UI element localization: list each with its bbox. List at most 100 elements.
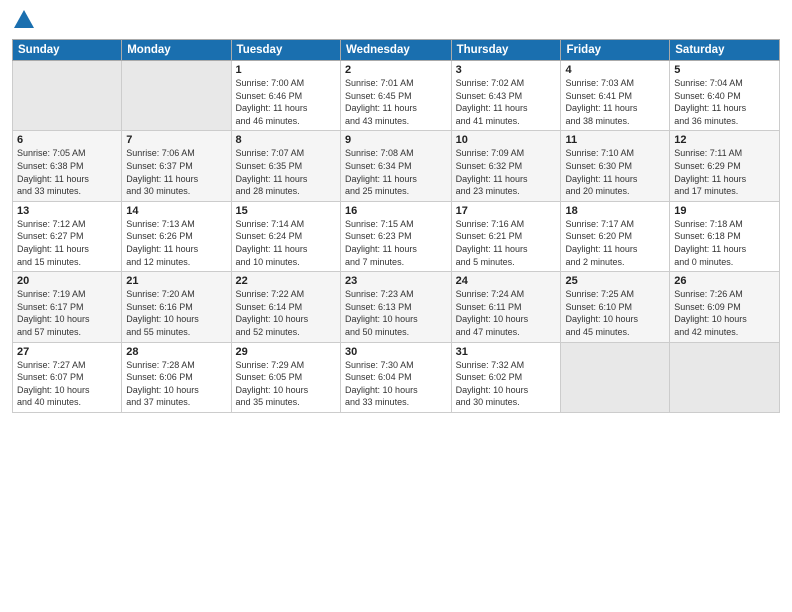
cell-info: Sunrise: 7:14 AM Sunset: 6:24 PM Dayligh… (236, 218, 336, 268)
calendar-cell: 18Sunrise: 7:17 AM Sunset: 6:20 PM Dayli… (561, 201, 670, 271)
day-number: 25 (565, 275, 665, 287)
cell-info: Sunrise: 7:01 AM Sunset: 6:45 PM Dayligh… (345, 77, 447, 127)
calendar-week-row: 6Sunrise: 7:05 AM Sunset: 6:38 PM Daylig… (13, 131, 780, 201)
cell-info: Sunrise: 7:11 AM Sunset: 6:29 PM Dayligh… (674, 147, 775, 197)
calendar-cell (561, 342, 670, 412)
calendar-cell: 3Sunrise: 7:02 AM Sunset: 6:43 PM Daylig… (451, 61, 561, 131)
logo (12, 10, 34, 33)
cell-info: Sunrise: 7:24 AM Sunset: 6:11 PM Dayligh… (456, 288, 557, 338)
calendar-cell: 9Sunrise: 7:08 AM Sunset: 6:34 PM Daylig… (341, 131, 452, 201)
day-number: 11 (565, 134, 665, 146)
calendar-cell (670, 342, 780, 412)
cell-info: Sunrise: 7:05 AM Sunset: 6:38 PM Dayligh… (17, 147, 117, 197)
day-number: 4 (565, 64, 665, 76)
calendar-cell (13, 61, 122, 131)
cell-info: Sunrise: 7:23 AM Sunset: 6:13 PM Dayligh… (345, 288, 447, 338)
day-number: 17 (456, 205, 557, 217)
calendar-cell: 22Sunrise: 7:22 AM Sunset: 6:14 PM Dayli… (231, 272, 340, 342)
header (12, 10, 780, 33)
calendar-cell: 14Sunrise: 7:13 AM Sunset: 6:26 PM Dayli… (122, 201, 231, 271)
day-number: 9 (345, 134, 447, 146)
calendar-cell: 27Sunrise: 7:27 AM Sunset: 6:07 PM Dayli… (13, 342, 122, 412)
cell-info: Sunrise: 7:28 AM Sunset: 6:06 PM Dayligh… (126, 359, 226, 409)
cell-info: Sunrise: 7:00 AM Sunset: 6:46 PM Dayligh… (236, 77, 336, 127)
day-number: 13 (17, 205, 117, 217)
cell-info: Sunrise: 7:19 AM Sunset: 6:17 PM Dayligh… (17, 288, 117, 338)
cell-info: Sunrise: 7:27 AM Sunset: 6:07 PM Dayligh… (17, 359, 117, 409)
cell-info: Sunrise: 7:02 AM Sunset: 6:43 PM Dayligh… (456, 77, 557, 127)
cell-info: Sunrise: 7:17 AM Sunset: 6:20 PM Dayligh… (565, 218, 665, 268)
cell-info: Sunrise: 7:26 AM Sunset: 6:09 PM Dayligh… (674, 288, 775, 338)
weekday-header: Sunday (13, 40, 122, 61)
cell-info: Sunrise: 7:16 AM Sunset: 6:21 PM Dayligh… (456, 218, 557, 268)
calendar-cell: 31Sunrise: 7:32 AM Sunset: 6:02 PM Dayli… (451, 342, 561, 412)
cell-info: Sunrise: 7:32 AM Sunset: 6:02 PM Dayligh… (456, 359, 557, 409)
day-number: 28 (126, 346, 226, 358)
weekday-header: Wednesday (341, 40, 452, 61)
cell-info: Sunrise: 7:20 AM Sunset: 6:16 PM Dayligh… (126, 288, 226, 338)
cell-info: Sunrise: 7:07 AM Sunset: 6:35 PM Dayligh… (236, 147, 336, 197)
calendar-cell: 6Sunrise: 7:05 AM Sunset: 6:38 PM Daylig… (13, 131, 122, 201)
day-number: 6 (17, 134, 117, 146)
cell-info: Sunrise: 7:10 AM Sunset: 6:30 PM Dayligh… (565, 147, 665, 197)
calendar-cell: 12Sunrise: 7:11 AM Sunset: 6:29 PM Dayli… (670, 131, 780, 201)
calendar-cell: 16Sunrise: 7:15 AM Sunset: 6:23 PM Dayli… (341, 201, 452, 271)
calendar-cell: 13Sunrise: 7:12 AM Sunset: 6:27 PM Dayli… (13, 201, 122, 271)
cell-info: Sunrise: 7:12 AM Sunset: 6:27 PM Dayligh… (17, 218, 117, 268)
calendar-header-row: SundayMondayTuesdayWednesdayThursdayFrid… (13, 40, 780, 61)
logo-triangle-icon (14, 10, 34, 28)
day-number: 19 (674, 205, 775, 217)
calendar-week-row: 27Sunrise: 7:27 AM Sunset: 6:07 PM Dayli… (13, 342, 780, 412)
calendar-cell: 11Sunrise: 7:10 AM Sunset: 6:30 PM Dayli… (561, 131, 670, 201)
day-number: 3 (456, 64, 557, 76)
calendar-cell: 23Sunrise: 7:23 AM Sunset: 6:13 PM Dayli… (341, 272, 452, 342)
calendar-page: SundayMondayTuesdayWednesdayThursdayFrid… (0, 0, 792, 612)
calendar-cell (122, 61, 231, 131)
day-number: 14 (126, 205, 226, 217)
cell-info: Sunrise: 7:29 AM Sunset: 6:05 PM Dayligh… (236, 359, 336, 409)
calendar-cell: 28Sunrise: 7:28 AM Sunset: 6:06 PM Dayli… (122, 342, 231, 412)
calendar-cell: 8Sunrise: 7:07 AM Sunset: 6:35 PM Daylig… (231, 131, 340, 201)
weekday-header: Monday (122, 40, 231, 61)
weekday-header: Saturday (670, 40, 780, 61)
calendar-cell: 21Sunrise: 7:20 AM Sunset: 6:16 PM Dayli… (122, 272, 231, 342)
day-number: 24 (456, 275, 557, 287)
calendar-cell: 30Sunrise: 7:30 AM Sunset: 6:04 PM Dayli… (341, 342, 452, 412)
cell-info: Sunrise: 7:04 AM Sunset: 6:40 PM Dayligh… (674, 77, 775, 127)
cell-info: Sunrise: 7:18 AM Sunset: 6:18 PM Dayligh… (674, 218, 775, 268)
calendar-cell: 4Sunrise: 7:03 AM Sunset: 6:41 PM Daylig… (561, 61, 670, 131)
calendar-cell: 7Sunrise: 7:06 AM Sunset: 6:37 PM Daylig… (122, 131, 231, 201)
cell-info: Sunrise: 7:08 AM Sunset: 6:34 PM Dayligh… (345, 147, 447, 197)
calendar-cell: 1Sunrise: 7:00 AM Sunset: 6:46 PM Daylig… (231, 61, 340, 131)
weekday-header: Friday (561, 40, 670, 61)
day-number: 26 (674, 275, 775, 287)
day-number: 29 (236, 346, 336, 358)
day-number: 23 (345, 275, 447, 287)
day-number: 16 (345, 205, 447, 217)
day-number: 18 (565, 205, 665, 217)
day-number: 8 (236, 134, 336, 146)
day-number: 5 (674, 64, 775, 76)
calendar-table: SundayMondayTuesdayWednesdayThursdayFrid… (12, 39, 780, 413)
cell-info: Sunrise: 7:09 AM Sunset: 6:32 PM Dayligh… (456, 147, 557, 197)
calendar-cell: 17Sunrise: 7:16 AM Sunset: 6:21 PM Dayli… (451, 201, 561, 271)
calendar-cell: 26Sunrise: 7:26 AM Sunset: 6:09 PM Dayli… (670, 272, 780, 342)
day-number: 31 (456, 346, 557, 358)
cell-info: Sunrise: 7:13 AM Sunset: 6:26 PM Dayligh… (126, 218, 226, 268)
cell-info: Sunrise: 7:30 AM Sunset: 6:04 PM Dayligh… (345, 359, 447, 409)
day-number: 2 (345, 64, 447, 76)
calendar-cell: 5Sunrise: 7:04 AM Sunset: 6:40 PM Daylig… (670, 61, 780, 131)
day-number: 15 (236, 205, 336, 217)
cell-info: Sunrise: 7:22 AM Sunset: 6:14 PM Dayligh… (236, 288, 336, 338)
cell-info: Sunrise: 7:06 AM Sunset: 6:37 PM Dayligh… (126, 147, 226, 197)
calendar-cell: 20Sunrise: 7:19 AM Sunset: 6:17 PM Dayli… (13, 272, 122, 342)
day-number: 7 (126, 134, 226, 146)
cell-info: Sunrise: 7:25 AM Sunset: 6:10 PM Dayligh… (565, 288, 665, 338)
calendar-cell: 24Sunrise: 7:24 AM Sunset: 6:11 PM Dayli… (451, 272, 561, 342)
calendar-cell: 29Sunrise: 7:29 AM Sunset: 6:05 PM Dayli… (231, 342, 340, 412)
day-number: 20 (17, 275, 117, 287)
day-number: 12 (674, 134, 775, 146)
day-number: 30 (345, 346, 447, 358)
day-number: 10 (456, 134, 557, 146)
cell-info: Sunrise: 7:15 AM Sunset: 6:23 PM Dayligh… (345, 218, 447, 268)
